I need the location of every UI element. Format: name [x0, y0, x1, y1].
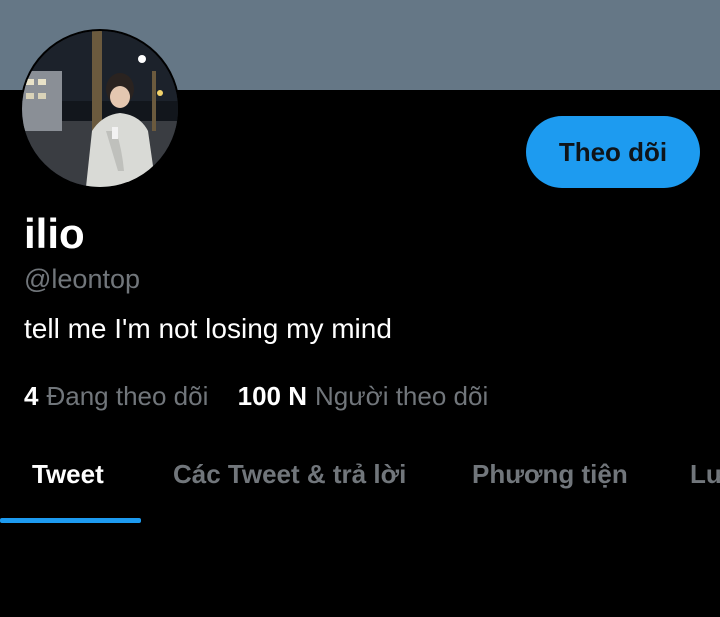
user-handle: @leontop	[24, 264, 140, 294]
followers-label: Người theo dõi	[315, 381, 489, 411]
profile-bio: tell me I'm not losing my mind	[24, 313, 392, 344]
following-label: Đang theo dõi	[46, 381, 209, 411]
follow-stats: 4 Đang theo dõi 100 N Người theo dõi	[24, 378, 488, 414]
display-name: ilio	[24, 210, 85, 257]
active-tab-indicator	[0, 518, 141, 523]
avatar-photo	[22, 31, 178, 187]
tab-media[interactable]: Phương tiện	[472, 454, 628, 494]
tab-likes[interactable]: Lượt thích	[690, 454, 720, 494]
following-count: 4	[24, 381, 39, 411]
follow-button[interactable]: Theo dõi	[526, 116, 700, 188]
followers-count: 100 N	[237, 381, 307, 411]
followers-stat[interactable]: 100 N Người theo dõi	[238, 381, 489, 411]
tab-tweets[interactable]: Tweet	[32, 454, 104, 494]
avatar[interactable]	[20, 29, 180, 189]
profile-tabs: Tweet Các Tweet & trả lời Phương tiện Lư…	[0, 440, 720, 524]
following-stat[interactable]: 4 Đang theo dõi	[24, 381, 216, 411]
tab-tweets-and-replies[interactable]: Các Tweet & trả lời	[173, 454, 406, 494]
